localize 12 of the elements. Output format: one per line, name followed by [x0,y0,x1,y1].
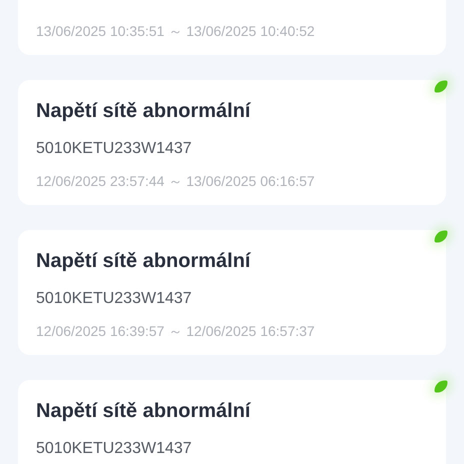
serial-number: 5010KETU233W1437 [36,139,193,159]
alarm-card[interactable]: Napětí sítě abnormální 5010KETU233W1437 12/06/2025 23:57:44 ～ 13/06/2025 06:16:57 [18,80,446,205]
time-range: 12/06/2025 23:57:44 ～ 13/06/2025 06:16:57 [36,172,316,191]
serial-number: 5010KETU233W1437 [36,289,193,309]
alarm-card[interactable]: Napětí sítě abnormální 5010KETU233W1437 12/06/2025 16:39:57 ～ 12/06/2025 16:57:37 [18,230,446,355]
time-range: 13/06/2025 10:35:51 ～ 13/06/2025 10:40:52 [36,22,316,41]
time-range: 12/06/2025 16:39:57 ～ 12/06/2025 16:57:37 [36,322,316,341]
alarm-title: Napětí sítě abnormální [36,399,252,424]
alarm-title: Napětí sítě abnormální [36,99,252,124]
serial-number: 5010KETU233W1437 [36,439,193,459]
alarm-card[interactable]: Napětí sítě abnormální 5010KETU233W1437 [18,380,446,464]
alarm-title: Napětí sítě abnormální [36,249,252,274]
